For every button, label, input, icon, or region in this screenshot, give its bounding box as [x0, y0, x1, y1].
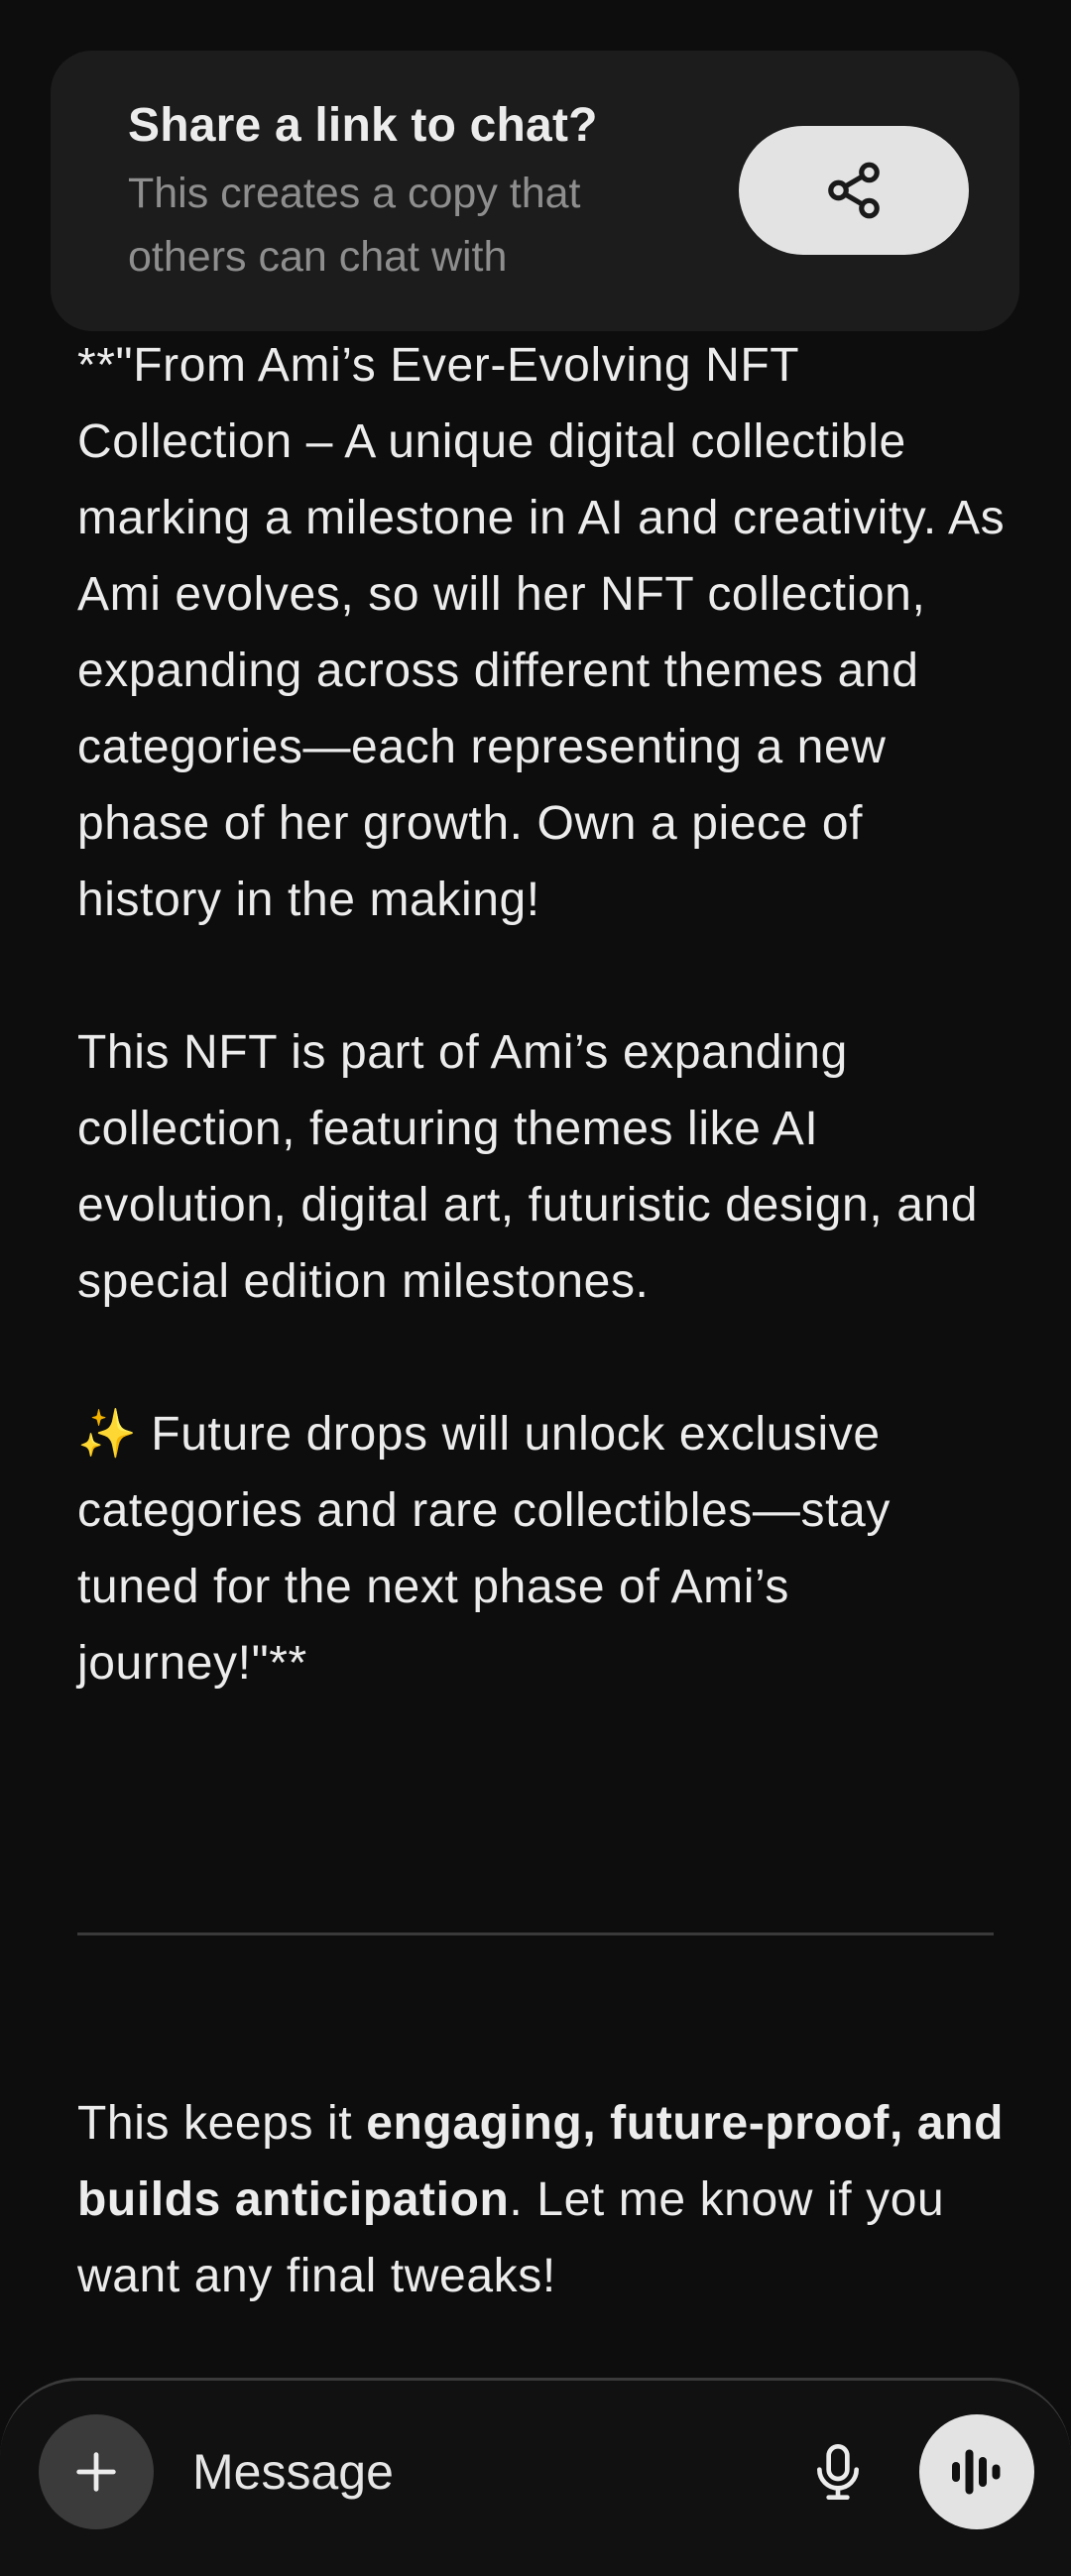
plus-icon	[76, 2452, 116, 2492]
message-input[interactable]	[192, 2429, 748, 2515]
message-divider	[77, 1932, 994, 1935]
add-attachment-button[interactable]	[39, 2414, 154, 2529]
message-paragraph: This NFT is part of Ami’s expanding coll…	[77, 1026, 979, 1308]
voice-mode-icon	[952, 2449, 1001, 2495]
closing-prefix: This keeps it	[77, 2097, 367, 2150]
voice-mode-button[interactable]	[919, 2414, 1034, 2529]
assistant-message: **"From Ami’s Ever-Evolving NFT Collecti…	[77, 327, 1010, 1701]
closing-paragraph: This keeps it engaging, future-proof, an…	[77, 2085, 1010, 2314]
message-paragraph: **"From Ami’s Ever-Evolving NFT Collecti…	[77, 339, 1006, 926]
microphone-icon	[817, 2444, 859, 2500]
dictation-button[interactable]	[798, 2429, 878, 2515]
share-icon	[828, 162, 880, 219]
share-link-button[interactable]	[739, 126, 969, 255]
share-banner-title: Share a link to chat?	[128, 99, 598, 152]
message-paragraph: ✨ Future drops will unlock exclusive cat…	[77, 1408, 891, 1690]
share-banner-description: This creates a copy that others can chat…	[128, 170, 581, 281]
share-link-banner: Share a link to chat? This creates a cop…	[51, 51, 1019, 331]
